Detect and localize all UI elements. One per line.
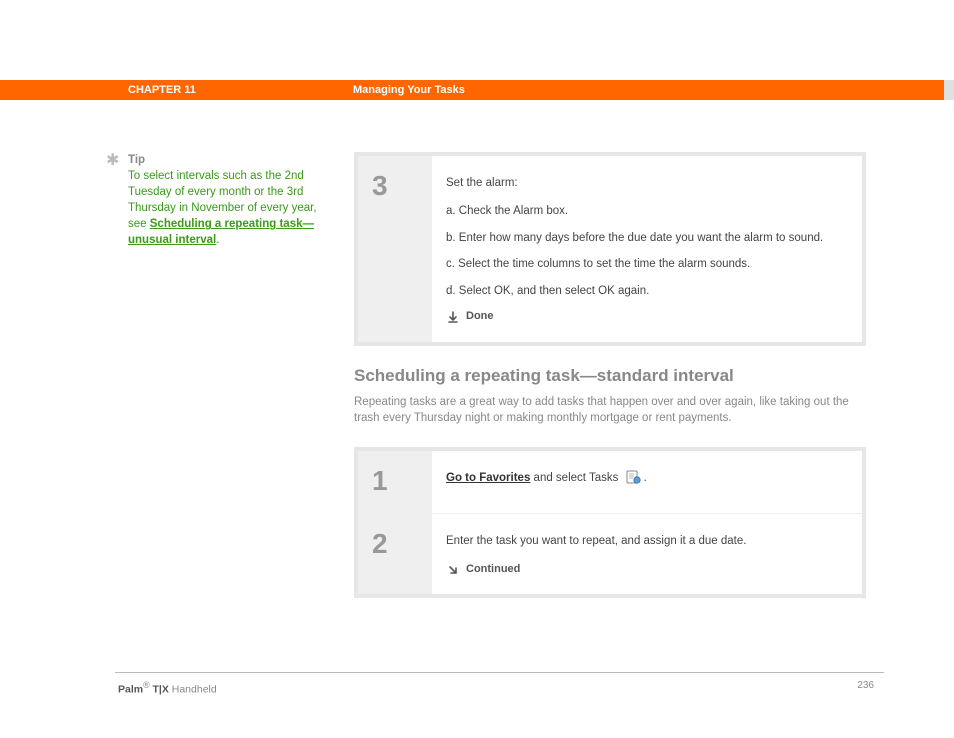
header-stub: [944, 80, 954, 100]
page-number: 236: [857, 680, 874, 691]
step3-a: a. Check the Alarm box.: [446, 202, 846, 220]
section-intro: Repeating tasks are a great way to add t…: [354, 394, 866, 427]
main-content: 3 Set the alarm: a. Check the Alarm box.…: [354, 152, 866, 618]
step3-b: b. Enter how many days before the due da…: [446, 229, 846, 247]
chapter-header: CHAPTER 11 Managing Your Tasks: [0, 80, 954, 100]
tip-text-after: .: [216, 234, 219, 246]
step-number: 1: [358, 451, 432, 513]
footer-brand: Palm: [118, 684, 143, 696]
step1-text: Go to Favorites and select Tasks .: [446, 469, 846, 487]
footer-text: Palm® T|X Handheld: [118, 680, 217, 696]
step-row: 3 Set the alarm: a. Check the Alarm box.…: [358, 156, 862, 342]
step-body: Set the alarm: a. Check the Alarm box. b…: [432, 156, 862, 342]
done-arrow-icon: [446, 310, 460, 324]
tip-link[interactable]: Scheduling a repeating task—unusual inte…: [128, 218, 314, 246]
continued-row: Continued: [446, 561, 846, 579]
step-number: 2: [358, 514, 432, 594]
asterisk-icon: ✱: [106, 150, 119, 172]
step3-title: Set the alarm:: [446, 174, 846, 192]
step3-d: d. Select OK, and then select OK again.: [446, 282, 846, 300]
continued-arrow-icon: [446, 563, 460, 577]
step-body: Go to Favorites and select Tasks .: [432, 451, 862, 513]
continued-label: Continued: [466, 561, 520, 579]
step3-c: c. Select the time columns to set the ti…: [446, 255, 846, 273]
chapter-label: CHAPTER 11: [128, 84, 353, 96]
footer-rest: Handheld: [169, 684, 217, 696]
step-number: 3: [358, 156, 432, 342]
step1-rest: and select Tasks: [530, 472, 621, 484]
footer-model: T|X: [150, 684, 169, 696]
step2-text: Enter the task you want to repeat, and a…: [446, 532, 846, 550]
tip-body: To select intervals such as the 2nd Tues…: [128, 168, 321, 248]
step-block-12: 1 Go to Favorites and select Tasks . 2 E…: [354, 447, 866, 598]
footer-rule: [115, 672, 884, 673]
tip-sidebar: ✱ Tip To select intervals such as the 2n…: [106, 152, 321, 249]
tip-label: Tip: [128, 152, 321, 168]
favorites-link[interactable]: Go to Favorites: [446, 472, 530, 484]
step-row: 1 Go to Favorites and select Tasks .: [358, 451, 862, 514]
section-heading: Scheduling a repeating task—standard int…: [354, 366, 866, 386]
step1-period: .: [644, 472, 647, 484]
step-row: 2 Enter the task you want to repeat, and…: [358, 514, 862, 594]
section-label: Managing Your Tasks: [353, 84, 465, 96]
step-body: Enter the task you want to repeat, and a…: [432, 514, 862, 594]
done-label: Done: [466, 308, 494, 326]
done-row: Done: [446, 308, 846, 326]
step-block-3: 3 Set the alarm: a. Check the Alarm box.…: [354, 152, 866, 346]
tasks-app-icon: [624, 469, 642, 485]
